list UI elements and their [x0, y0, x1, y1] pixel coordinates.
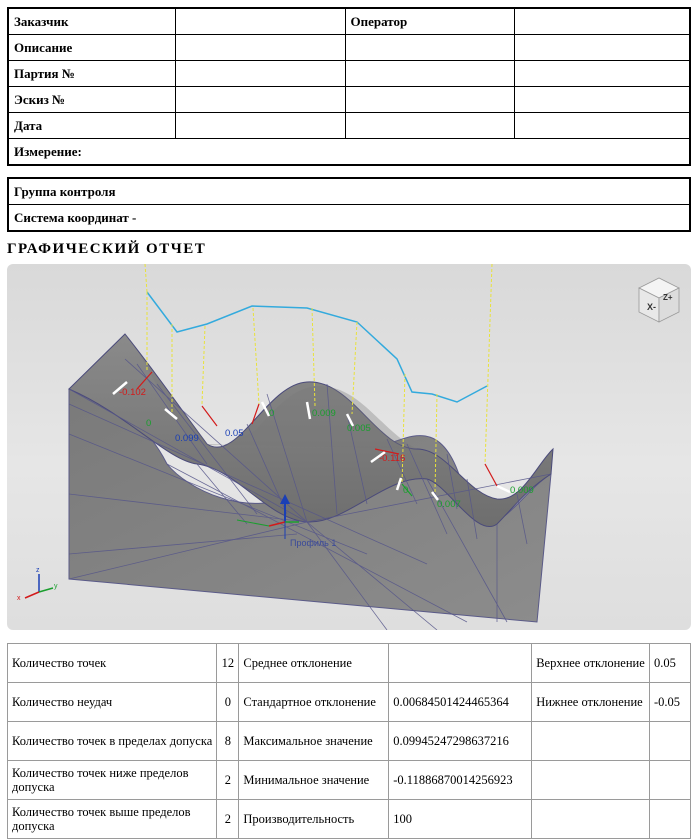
description-label: Описание	[7, 34, 177, 61]
svg-text:Z+: Z+	[663, 293, 673, 302]
stat-label: Количество неудач	[6, 682, 218, 722]
stat-value-3	[648, 721, 692, 761]
svg-text:y: y	[54, 583, 58, 590]
stat-value-3: -0.05	[648, 682, 692, 722]
stat-value-3	[648, 799, 692, 839]
date-label: Дата	[7, 112, 177, 139]
stat-value	[388, 643, 533, 683]
table-row: Количество точек ниже пределов допуска 2…	[6, 760, 692, 800]
section-title: ГРАФИЧЕСКИЙ ОТЧЕТ	[7, 241, 207, 257]
stat-count: 2	[216, 760, 240, 800]
svg-text:X-: X-	[647, 302, 656, 312]
stat-label: Количество точек выше пределов допуска	[6, 799, 218, 839]
stat-label-2: Минимальное значение	[238, 760, 390, 800]
deviation-label: 0	[146, 418, 151, 429]
stat-count: 8	[216, 721, 240, 761]
view-cube-icon: X- Z+	[638, 277, 680, 323]
stat-label-3	[531, 760, 650, 800]
deviation-label: -0.102	[119, 387, 146, 398]
table-row: Количество неудач 0 Стандартное отклонен…	[6, 682, 692, 722]
header-table: Заказчик Оператор Описание Партия № Эски…	[7, 7, 691, 166]
measurement-label: Измерение:	[7, 138, 691, 166]
stat-count: 2	[216, 799, 240, 839]
stat-label: Количество точек ниже пределов допуска	[6, 760, 218, 800]
customer-label: Заказчик	[7, 7, 177, 35]
stat-label-2: Максимальное значение	[238, 721, 390, 761]
control-group-label: Группа контроля	[7, 177, 691, 205]
stat-value: 0.00684501424465364	[388, 682, 533, 722]
deviation-label: 0.007	[437, 499, 461, 510]
deviation-label: 0.099	[175, 433, 199, 444]
stat-value: 100	[388, 799, 533, 839]
deviation-label: 0.009	[312, 408, 336, 419]
deviation-label: 0	[269, 408, 274, 419]
stats-table: Количество точек 12 Среднее отклонение В…	[6, 643, 692, 839]
sketch-label: Эскиз №	[7, 86, 177, 113]
batch-label: Партия №	[7, 60, 177, 87]
stat-label-2: Производительность	[238, 799, 390, 839]
stat-value: -0.11886870014256923	[388, 760, 533, 800]
deviation-label: 0.005	[347, 423, 371, 434]
stat-label-2: Стандартное отклонение	[238, 682, 390, 722]
stat-count: 12	[216, 643, 240, 683]
stat-value-3: 0.05	[648, 643, 692, 683]
part-render: -0.102 0 0.099 0.05 0 0.009 0.005 -0.116…	[17, 264, 680, 630]
table-row: Количество точек в пределах допуска 8 Ма…	[6, 721, 692, 761]
table-row: Количество точек 12 Среднее отклонение В…	[6, 643, 692, 683]
table-row: Количество точек выше пределов допуска 2…	[6, 799, 692, 839]
stat-count: 0	[216, 682, 240, 722]
customer-value	[175, 7, 346, 35]
control-table: Группа контроля Система координат -	[7, 177, 691, 232]
stat-value-3	[648, 760, 692, 800]
stat-label-3: Верхнее отклонение	[531, 643, 650, 683]
deviation-label: 0.009	[510, 485, 534, 496]
stat-label: Количество точек в пределах допуска	[6, 721, 218, 761]
operator-label: Оператор	[344, 7, 516, 35]
svg-text:x: x	[17, 595, 21, 602]
graphic-view[interactable]: -0.102 0 0.099 0.05 0 0.009 0.005 -0.116…	[7, 264, 691, 630]
svg-text:z: z	[36, 567, 40, 574]
deviation-label: -0.116	[379, 453, 405, 464]
stat-value: 0.09945247298637216	[388, 721, 533, 761]
profile-label: Профиль 1	[290, 538, 336, 548]
coordinate-system-label: Система координат -	[7, 204, 691, 232]
stat-label: Количество точек	[6, 643, 218, 683]
axis-triad-icon: z x y	[17, 567, 58, 602]
deviation-label: 0.05	[225, 428, 244, 439]
deviation-label: 0	[403, 485, 408, 496]
stat-label-3	[531, 799, 650, 839]
stat-label-3: Нижнее отклонение	[531, 682, 650, 722]
operator-value	[514, 7, 691, 35]
stat-label-3	[531, 721, 650, 761]
stat-label-2: Среднее отклонение	[238, 643, 390, 683]
